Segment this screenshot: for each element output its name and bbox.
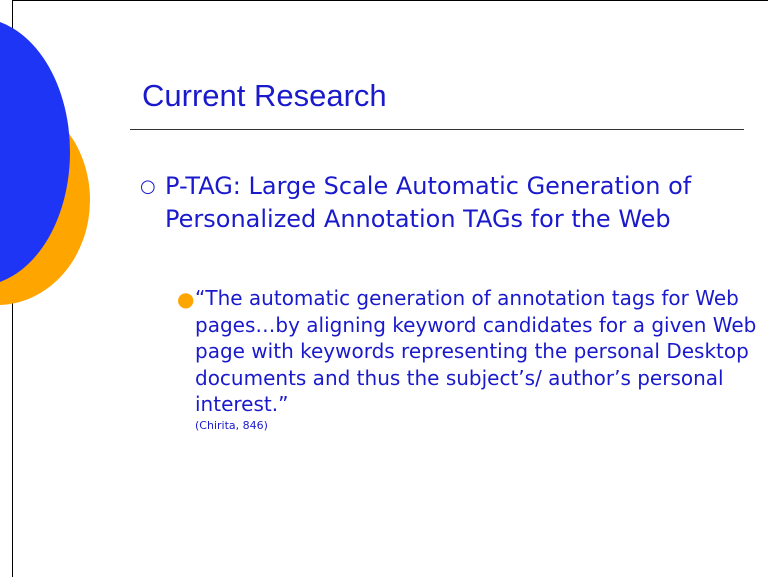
bullet-level1-text: P-TAG: Large Scale Automatic Generation …: [165, 172, 692, 233]
hollow-circle-bullet-icon: ○: [140, 176, 156, 197]
title-divider: [130, 129, 744, 130]
quote-text: “The automatic generation of annotation …: [195, 286, 757, 416]
bullet-level1: ○ P-TAG: Large Scale Automatic Generatio…: [140, 170, 750, 236]
filled-circle-bullet-icon: ●: [177, 287, 195, 311]
slide-title: Current Research: [142, 78, 387, 113]
citation: (Chirita, 846): [195, 418, 268, 432]
slide-border-top: [12, 0, 768, 1]
bullet-level2: ● “The automatic generation of annotatio…: [177, 285, 757, 433]
bullet-level2-block: “The automatic generation of annotation …: [195, 285, 757, 433]
slide: Current Research ○ P-TAG: Large Scale Au…: [0, 0, 768, 577]
